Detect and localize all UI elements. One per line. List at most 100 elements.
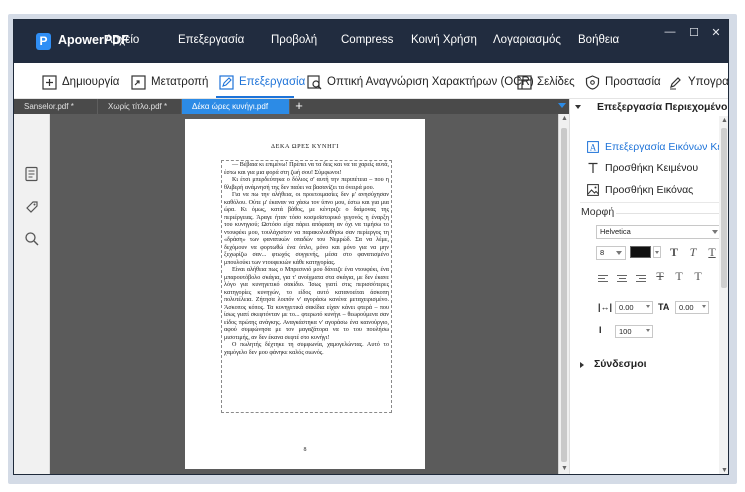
links-section-label[interactable]: Σύνδεσμοι (594, 358, 647, 370)
font-family-select[interactable]: Helvetica (596, 225, 722, 239)
chevron-down-icon (712, 230, 718, 234)
chevron-down-icon (646, 305, 650, 308)
tool-sign-label: Υπογραφ (688, 76, 729, 88)
underline-icon[interactable]: T (705, 245, 719, 260)
font-size-select[interactable]: 8 (596, 246, 626, 260)
menu-share[interactable]: Κοινή Χρήση (411, 34, 477, 46)
option-edit-text-images[interactable]: A Επεξεργασία Εικόνων Κειμένου (587, 139, 728, 155)
tool-convert-label: Μετατροπή (151, 76, 209, 88)
signature-pen-icon (668, 75, 683, 90)
panel-scrollbar[interactable]: ▲ ▼ (719, 116, 728, 474)
menu-compress[interactable]: Compress (341, 34, 393, 46)
tool-create[interactable]: Δημιουργία (42, 72, 119, 92)
tool-convert[interactable]: Μετατροπή (131, 72, 208, 92)
paragraph[interactable]: Ο πωλητής δέχτηκε τη συμφωνία, χαμογελών… (224, 342, 389, 357)
tool-edit[interactable]: Επεξεργασία (219, 72, 305, 92)
text-color-swatch[interactable] (630, 246, 651, 258)
scroll-up-icon[interactable]: ▲ (721, 117, 728, 124)
document-canvas: ΔΕΚΑ ΩΡΕΣ ΚΥΝΗΓΙ — Βέβαια κι επιμένω! Πρ… (50, 114, 558, 474)
menu-file[interactable]: Αρχείο (105, 34, 139, 46)
menu-view[interactable]: Προβολή (271, 34, 317, 46)
font-family-value: Helvetica (600, 227, 631, 236)
char-spacing-input[interactable]: 0.00 (615, 301, 653, 314)
add-text-icon (587, 162, 599, 174)
expand-caret-icon[interactable] (580, 362, 584, 368)
app-window: P ApowerPDF Αρχείο Επεξεργασία Προβολή C… (13, 19, 729, 475)
paragraph[interactable]: Είναι αλήθεια πως ο Μπρεσινιό μου δάνειζ… (224, 267, 389, 342)
option-add-image[interactable]: Προσθήκη Εικόνας (587, 182, 693, 198)
tool-pages[interactable]: Σελίδες (517, 72, 575, 92)
menu-help[interactable]: Βοήθεια (578, 34, 619, 46)
page-number: 8 (303, 447, 307, 453)
scroll-thumb[interactable] (721, 128, 727, 288)
bookmark-tag-icon[interactable] (24, 199, 40, 215)
format-section-rule (616, 213, 722, 214)
tool-pages-label: Σελίδες (537, 76, 575, 88)
page-thumbnails-icon[interactable] (24, 166, 40, 182)
tab-deka-ores-kynigi[interactable]: Δέκα ώρες κυνήγι.pdf (182, 99, 290, 114)
word-spacing-input[interactable]: 0.00 (675, 301, 709, 314)
add-tab-button[interactable]: + (292, 99, 306, 114)
add-image-icon (587, 184, 599, 196)
bold-icon[interactable]: T (667, 245, 681, 260)
scroll-down-icon[interactable]: ▼ (721, 467, 728, 474)
active-tool-indicator (216, 96, 294, 98)
minimize-button[interactable]: — (662, 26, 678, 38)
collapse-caret-icon[interactable] (575, 105, 581, 109)
scale-input[interactable]: 100 (615, 325, 653, 338)
panel-title: Επεξεργασία Περιεχομένου (597, 101, 729, 113)
tab-sanselor[interactable]: Sanselor.pdf * (14, 99, 98, 114)
tab-list-dropdown-icon[interactable] (558, 103, 566, 108)
scroll-down-icon[interactable]: ▼ (561, 465, 568, 472)
option-edit-text-images-label: Επεξεργασία Εικόνων Κειμένου (605, 141, 728, 153)
tool-edit-label: Επεξεργασία (239, 76, 306, 88)
option-add-image-label: Προσθήκη Εικόνας (605, 184, 694, 196)
tool-ocr-label: Οπτική Αναγνώριση Χαρακτήρων (OCR) (327, 76, 534, 88)
document-tabs: Sanselor.pdf * Χωρίς τίτλο.pdf * Δέκα ώρ… (14, 99, 569, 114)
search-icon[interactable] (24, 231, 40, 247)
strikethrough-icon[interactable]: T (653, 269, 667, 284)
editable-text-box[interactable]: — Βέβαια κι επιμένω! Πρέπει να τα δεις κ… (221, 160, 392, 413)
text-edit-icon: A (587, 141, 599, 153)
svg-text:A: A (590, 143, 597, 153)
char-spacing-value: 0.00 (619, 303, 634, 312)
chevron-down-icon (702, 305, 706, 308)
paragraph[interactable]: Για να πω την αλήθεια, οι προετοιμασίες … (224, 192, 389, 267)
plus-box-icon (42, 74, 57, 90)
app-logo-icon: P (36, 33, 51, 50)
tool-sign[interactable]: Υπογραφ (668, 72, 729, 92)
align-right-icon[interactable] (635, 274, 647, 284)
italic-icon[interactable]: T (686, 245, 700, 260)
main-toolbar: Δημιουργία Μετατροπή Επεξεργασία Οπτική … (14, 63, 728, 99)
font-size-value: 8 (600, 248, 605, 257)
align-center-icon[interactable] (616, 274, 628, 284)
scroll-up-icon[interactable]: ▲ (561, 115, 568, 122)
content-edit-panel: Επεξεργασία Περιεχομένου A Επεξεργασία Ε… (569, 99, 729, 474)
menu-edit[interactable]: Επεξεργασία (178, 34, 244, 46)
menu-account[interactable]: Λογαριασμός (493, 34, 561, 46)
scroll-thumb[interactable] (561, 128, 567, 462)
format-section-label: Μορφή (581, 206, 615, 218)
canvas-scrollbar[interactable]: ▲ ▼ (558, 114, 569, 474)
panel-divider (580, 202, 720, 203)
option-add-text[interactable]: Προσθήκη Κειμένου (587, 160, 698, 176)
subscript-icon[interactable]: T (691, 269, 705, 284)
page-heading: ΔΕΚΑ ΩΡΕΣ ΚΥΝΗΓΙ (271, 143, 339, 150)
convert-icon (131, 74, 146, 90)
superscript-icon[interactable]: T (672, 269, 686, 284)
panel-header[interactable]: Επεξεργασία Περιεχομένου (570, 99, 729, 116)
close-button[interactable]: ✕ (708, 26, 724, 39)
tool-protect[interactable]: Προστασία (585, 72, 661, 92)
paragraph[interactable]: — Βέβαια κι επιμένω! Πρέπει να τα δεις κ… (224, 162, 389, 177)
text-color-dropdown[interactable] (653, 246, 661, 258)
ocr-scan-icon (307, 74, 322, 90)
paragraph[interactable]: Κι έτσι μπερδεύτηκα ο δόλιος σ' αυτή την… (224, 177, 389, 192)
tool-create-label: Δημιουργία (62, 76, 120, 88)
maximize-button[interactable]: ☐ (686, 26, 702, 39)
tab-untitled[interactable]: Χωρίς τίτλο.pdf * (98, 99, 182, 114)
edit-pen-icon (219, 74, 234, 90)
word-spacing-icon: TA (658, 302, 670, 312)
shield-icon (585, 74, 600, 90)
align-left-icon[interactable] (597, 274, 609, 284)
tool-ocr[interactable]: Οπτική Αναγνώριση Χαρακτήρων (OCR) (307, 72, 534, 92)
